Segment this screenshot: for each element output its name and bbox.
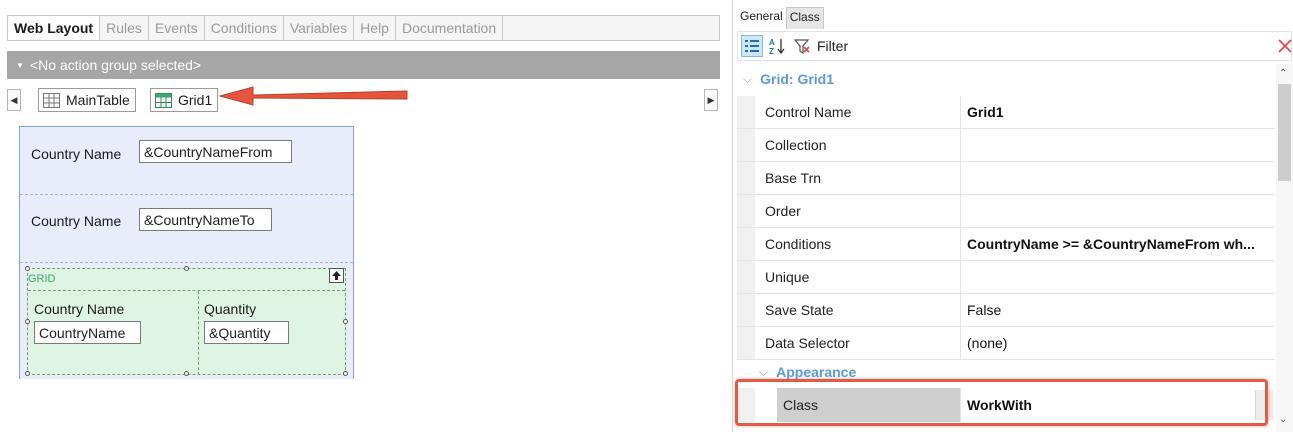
tab-web-layout[interactable]: Web Layout xyxy=(8,16,101,40)
property-name: Unique xyxy=(765,269,810,285)
categorized-view-icon[interactable] xyxy=(741,35,763,57)
property-name: Order xyxy=(765,203,801,219)
property-row[interactable]: Save State False xyxy=(737,294,1275,327)
tab-rules[interactable]: Rules xyxy=(100,16,149,40)
resize-handle[interactable] xyxy=(343,319,348,324)
chevron-down-icon: ⌵ xyxy=(743,71,753,86)
property-row[interactable]: Control Name Grid1 xyxy=(737,96,1275,129)
grid-body: Country Name CountryName Quantity &Quant… xyxy=(28,290,345,375)
category-grid-label: Grid: Grid1 xyxy=(760,71,835,87)
svg-text:A: A xyxy=(769,38,775,47)
property-row[interactable]: Collection xyxy=(737,129,1275,162)
resize-handle[interactable] xyxy=(184,371,189,376)
property-name: Collection xyxy=(765,137,827,153)
grid-column-divider xyxy=(198,291,199,375)
tab-conditions[interactable]: Conditions xyxy=(205,16,284,40)
collapse-up-icon[interactable] xyxy=(329,268,344,283)
tab-class[interactable]: Class xyxy=(785,7,824,29)
svg-text:Z: Z xyxy=(769,47,774,55)
property-value[interactable] xyxy=(967,162,1267,194)
breadcrumb-maintable[interactable]: MainTable xyxy=(38,88,136,112)
property-row[interactable]: Conditions CountryName >= &CountryNameFr… xyxy=(737,228,1275,261)
tab-events[interactable]: Events xyxy=(149,16,205,40)
filter-icon[interactable] xyxy=(791,35,813,57)
form-canvas: Country Name &CountryNameFrom Country Na… xyxy=(19,126,354,379)
property-value[interactable]: (none) xyxy=(967,327,1267,359)
property-value[interactable]: Grid1 xyxy=(967,96,1267,128)
country-name-to-field[interactable]: &CountryNameTo xyxy=(139,208,272,231)
action-group-selector[interactable]: ▼ <No action group selected> xyxy=(7,51,720,79)
main-table-row-2: Country Name &CountryNameTo xyxy=(20,195,353,263)
resize-handle[interactable] xyxy=(25,266,30,271)
grid-col-country-name-field[interactable]: CountryName xyxy=(34,321,141,344)
grid-col-country-name-header: Country Name xyxy=(34,301,125,317)
category-grid-grid1[interactable]: ⌵ Grid: Grid1 xyxy=(737,65,1275,93)
category-appearance-label: Appearance xyxy=(776,364,857,380)
property-value[interactable] xyxy=(967,129,1267,161)
property-name: Data Selector xyxy=(765,335,850,351)
grid-col-quantity-field[interactable]: &Quantity xyxy=(204,321,289,344)
resize-handle[interactable] xyxy=(25,371,30,376)
chevron-down-icon: ⌵ xyxy=(759,364,769,379)
filter-label: Filter xyxy=(817,38,849,54)
property-row[interactable]: Data Selector (none) xyxy=(737,327,1275,360)
property-name: Control Name xyxy=(765,104,852,120)
tab-general[interactable]: General xyxy=(737,7,786,29)
properties-toolbar: A Z Filter xyxy=(737,31,1292,61)
grid-col-quantity-header: Quantity xyxy=(204,301,257,317)
property-name: Conditions xyxy=(765,236,832,252)
scroll-down-icon[interactable]: ⌄ xyxy=(1279,414,1287,425)
layout-designer: Web Layout Rules Events Conditions Varia… xyxy=(0,0,728,432)
property-value[interactable] xyxy=(967,261,1267,293)
property-grid: ⌵ Grid: Grid1 Control Name Grid1 Collect… xyxy=(737,64,1275,432)
scrollbar-thumb[interactable] xyxy=(1278,84,1291,181)
grid-icon xyxy=(155,92,172,108)
designer-tab-bar: Web Layout Rules Events Conditions Varia… xyxy=(7,15,720,41)
dropdown-triangle-icon: ▼ xyxy=(16,60,24,70)
breadcrumb-maintable-label: MainTable xyxy=(66,92,130,108)
grid-control[interactable]: GRID Country Name CountryName Quantity &… xyxy=(25,266,348,376)
property-row[interactable]: Unique xyxy=(737,261,1275,294)
tab-help[interactable]: Help xyxy=(354,16,396,40)
country-name-from-field[interactable]: &CountryNameFrom xyxy=(139,140,292,163)
property-name: Save State xyxy=(765,302,834,318)
filter-input[interactable] xyxy=(856,33,1275,59)
resize-handle[interactable] xyxy=(184,266,189,271)
properties-tab-bar: General Class xyxy=(737,7,824,29)
tab-variables[interactable]: Variables xyxy=(284,16,355,40)
tab-documentation[interactable]: Documentation xyxy=(396,16,504,40)
grid-caption: GRID xyxy=(28,273,56,285)
scroll-up-icon[interactable]: ⌃ xyxy=(1279,68,1287,79)
callout-arrow-icon xyxy=(218,86,408,106)
properties-panel: General Class A Z Filter ⌵ Grid: Grid1 C… xyxy=(732,0,1293,432)
highlight-box xyxy=(735,379,1268,426)
action-group-label: <No action group selected> xyxy=(29,57,202,73)
resize-handle[interactable] xyxy=(25,319,30,324)
breadcrumb-grid1[interactable]: Grid1 xyxy=(150,88,219,112)
scrollbar[interactable]: ⌃ ⌄ xyxy=(1276,64,1293,432)
property-name: Base Trn xyxy=(765,170,822,186)
scroll-left-icon[interactable]: ◀ xyxy=(7,89,21,111)
property-value[interactable]: False xyxy=(967,294,1267,326)
property-row[interactable]: Base Trn xyxy=(737,162,1275,195)
resize-handle[interactable] xyxy=(343,371,348,376)
scroll-right-icon[interactable]: ▶ xyxy=(704,89,718,111)
property-row[interactable]: Order xyxy=(737,195,1275,228)
close-icon[interactable] xyxy=(1275,36,1293,56)
property-value[interactable] xyxy=(967,195,1267,227)
main-table-row-1: Country Name &CountryNameFrom xyxy=(20,127,353,195)
table-icon xyxy=(43,92,60,108)
sort-az-icon[interactable]: A Z xyxy=(766,35,788,57)
country-name-from-label: Country Name xyxy=(31,146,122,162)
property-value[interactable]: CountryName >= &CountryNameFrom wh... xyxy=(967,228,1267,260)
breadcrumb-grid1-label: Grid1 xyxy=(178,92,213,108)
country-name-to-label: Country Name xyxy=(31,213,122,229)
